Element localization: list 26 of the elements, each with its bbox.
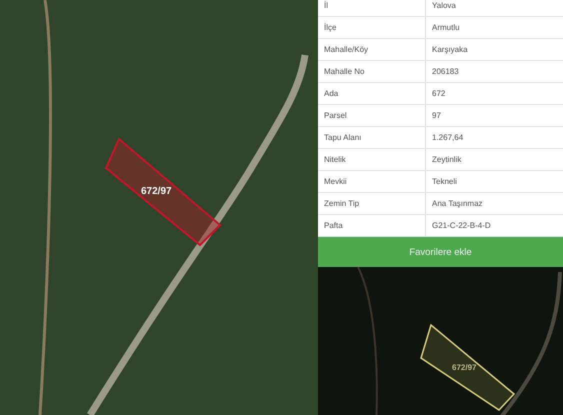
field-label: Mahalle/Köy (318, 39, 426, 60)
field-label: Zemin Tip (318, 193, 426, 214)
field-label: İlçe (318, 17, 426, 38)
satellite-map-preview[interactable]: 672/97 (318, 267, 563, 415)
field-value: Yalova (431, 0, 457, 12)
field-value: 1.267,64 (431, 132, 464, 144)
field-value: G21-C-22-B-4-D (431, 220, 492, 232)
field-label: Ada (318, 83, 426, 104)
parcel-label: 672/97 (141, 186, 172, 197)
field-label: Pafta (318, 215, 426, 236)
field-value: 97 (431, 110, 442, 122)
field-label: Tapu Alanı (318, 127, 426, 148)
field-label: İl (318, 0, 426, 16)
field-label: Mahalle No (318, 61, 426, 82)
field-value: Tekneli (431, 176, 458, 188)
field-value: Armutlu (431, 22, 461, 34)
field-value: 206183 (431, 66, 460, 78)
satellite-map[interactable]: 672/97 (0, 0, 318, 415)
parcel-label: 672/97 (452, 363, 476, 372)
field-value: Karşıyaka (431, 44, 469, 56)
field-label: Nitelik (318, 149, 426, 170)
field-value: 672 (431, 88, 446, 100)
field-value: Zeytinlik (431, 154, 462, 166)
field-label: Parsel (318, 105, 426, 126)
field-label: Mevkii (318, 171, 426, 192)
field-value: Ana Taşınmaz (431, 198, 484, 210)
